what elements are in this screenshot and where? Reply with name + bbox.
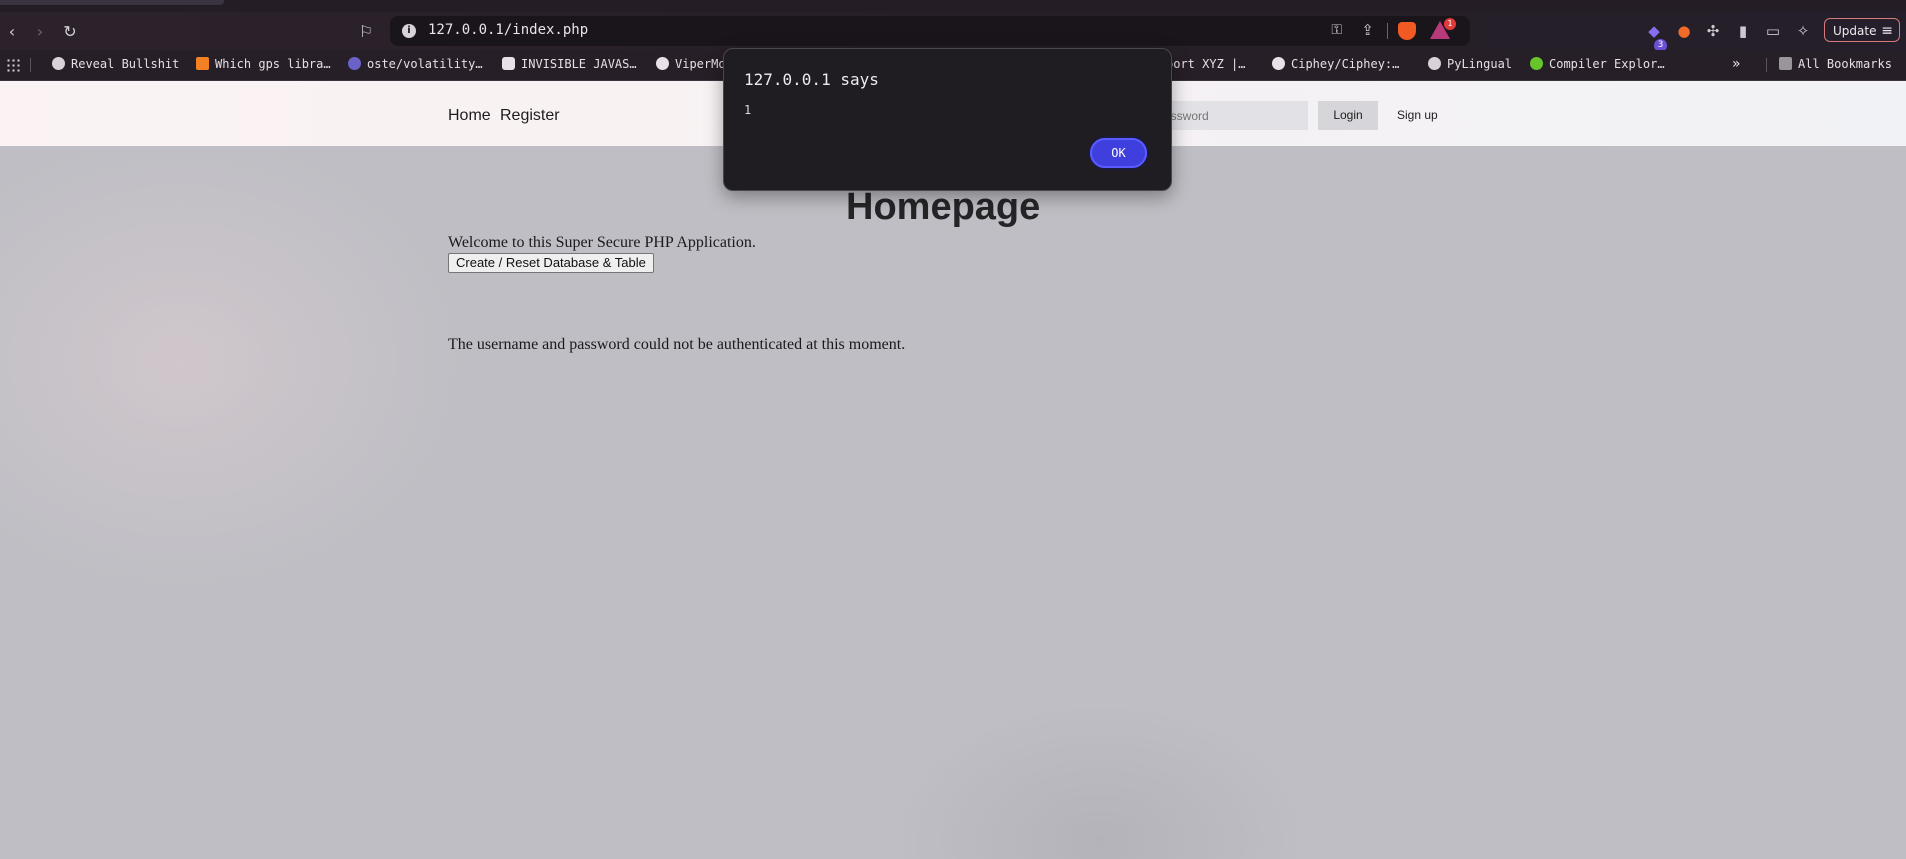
pylingual-icon (1428, 57, 1441, 70)
forward-icon[interactable]: › (28, 20, 52, 44)
chef-icon (502, 57, 515, 70)
url-text[interactable]: 127.0.0.1/index.php (428, 22, 588, 38)
reload-icon[interactable]: ↻ (58, 20, 82, 44)
welcome-text: Welcome to this Super Secure PHP Applica… (448, 234, 756, 251)
bookmark-label: PyLingual (1447, 57, 1513, 71)
bookmark-item[interactable]: oste/volatility… (348, 57, 483, 71)
bookmark-label: Compiler Explor… (1549, 57, 1665, 71)
more-bookmarks-icon[interactable]: » (1732, 56, 1741, 72)
rewards-badge: 1 (1444, 18, 1456, 30)
tab-strip (0, 0, 1906, 12)
bookmarks-divider (30, 58, 31, 72)
github-icon (656, 57, 669, 70)
bookmark-item[interactable]: Ciphey/Ciphey:… (1272, 57, 1399, 71)
bookmark-label: Reveal Bullshit (71, 57, 180, 71)
dialog-message: 1 (744, 103, 752, 117)
bookmark-label: oste/volatility… (367, 57, 483, 71)
bookmark-item[interactable]: Which gps libra… (196, 57, 331, 71)
password-field[interactable] (1148, 101, 1308, 130)
bookmark-item[interactable]: INVISIBLE JAVAS… (502, 57, 637, 71)
password-key-icon[interactable]: ⚿ (1331, 22, 1342, 38)
nav-home-link[interactable]: Home (448, 107, 491, 125)
bookmark-label: Ciphey/Ciphey:… (1291, 57, 1400, 71)
sidebar-toggle-icon[interactable]: ▮ (1732, 20, 1754, 42)
signup-link[interactable]: Sign up (1397, 108, 1438, 122)
all-bookmarks-label: All Bookmarks (1798, 57, 1892, 71)
wallet-icon[interactable]: ▭ (1762, 20, 1784, 42)
site-info-icon[interactable]: i (402, 24, 416, 38)
fox-extension-icon[interactable]: ● (1673, 20, 1695, 42)
update-button[interactable]: Update ≡ (1824, 18, 1900, 42)
all-bookmarks-folder[interactable]: All Bookmarks (1779, 57, 1892, 71)
active-tab[interactable] (0, 0, 224, 5)
stackoverflow-icon (196, 57, 209, 70)
compiler-explorer-icon (1530, 57, 1543, 70)
bookmarks-divider (1766, 58, 1767, 72)
bookmark-item[interactable]: ViperMo (656, 57, 726, 71)
reset-database-button[interactable]: Create / Reset Database & Table (448, 253, 654, 273)
puzzle-extensions-icon[interactable]: ✣ (1702, 20, 1724, 42)
globe-icon (52, 57, 65, 70)
urlbar-divider (1387, 23, 1388, 39)
bookmark-item[interactable]: port XYZ |… (1166, 57, 1245, 71)
alert-dialog: 127.0.0.1 says 1 OK (723, 48, 1172, 191)
leo-ai-icon[interactable]: ✧ (1792, 20, 1814, 42)
apps-grid-icon[interactable] (6, 58, 20, 72)
bookmark-item[interactable]: Compiler Explor… (1530, 57, 1665, 71)
bookmark-label: Which gps libra… (215, 57, 331, 71)
bookmark-label: port XYZ |… (1166, 57, 1246, 71)
folder-icon (1779, 57, 1792, 70)
back-icon[interactable]: ‹ (0, 20, 24, 44)
bookmark-item[interactable]: Reveal Bullshit (52, 57, 179, 71)
address-bar[interactable]: i 127.0.0.1/index.php ⚿ ⇪ 1 (390, 16, 1470, 46)
dialog-title: 127.0.0.1 says (744, 70, 879, 89)
bookmark-label: INVISIBLE JAVAS… (521, 57, 637, 71)
bookmark-item[interactable]: PyLingual (1428, 57, 1512, 71)
bookmark-label: ViperMo (675, 57, 726, 71)
update-label: Update (1833, 24, 1877, 38)
ok-button[interactable]: OK (1088, 136, 1149, 170)
menu-icon: ≡ (1881, 23, 1893, 39)
nav-register-link[interactable]: Register (500, 107, 560, 125)
auth-error-message: The username and password could not be a… (448, 336, 906, 353)
login-button[interactable]: Login (1318, 101, 1378, 130)
github-icon (1272, 57, 1285, 70)
share-icon[interactable]: ⇪ (1361, 21, 1374, 39)
brave-shields-icon[interactable] (1398, 22, 1416, 40)
bookmark-page-icon[interactable]: ⚐ (354, 20, 378, 44)
browser-toolbar: ‹ › ↻ ⚐ i 127.0.0.1/index.php ⚿ ⇪ 1 ◆ 3 … (0, 12, 1906, 52)
page-title: Homepage (846, 186, 1041, 228)
site-icon (348, 57, 361, 70)
